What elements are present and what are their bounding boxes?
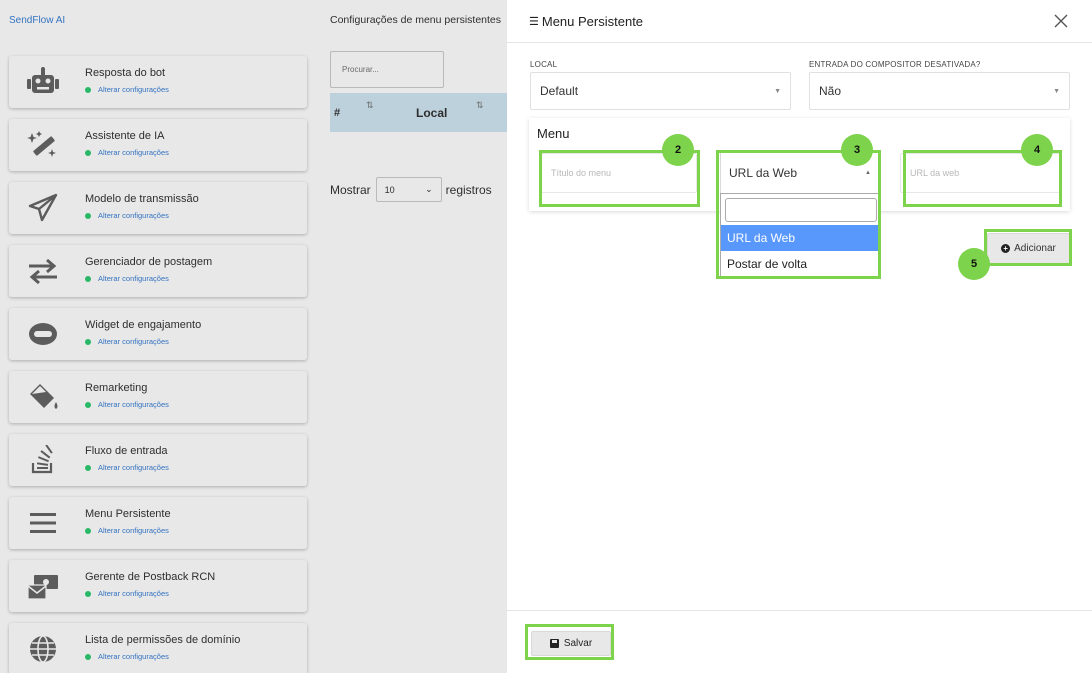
caret-up-icon: ▲ [865,170,871,176]
step-badge-3: 3 [841,134,873,166]
local-select[interactable]: Default ▼ [530,72,791,110]
caret-down-icon: ▼ [1053,87,1060,95]
menu-type-dropdown: URL da Web Postar de volta [720,193,880,278]
caret-down-icon: ▼ [774,87,781,95]
page: SendFlow AI Resposta do bot Alterar conf… [0,0,1092,673]
dropdown-search-input[interactable] [725,198,877,222]
step-badge-2: 2 [662,134,694,166]
menu-label: Menu [537,126,570,141]
local-select-value: Default [540,84,579,98]
add-button-label: Adicionar [1014,243,1056,254]
local-label: LOCAL [530,60,558,69]
persistent-menu-modal: ☰ Menu Persistente LOCAL Default ▼ ENTRA… [507,0,1092,673]
option-postback[interactable]: Postar de volta [721,251,879,277]
floppy-disk-icon [549,639,559,648]
modal-backdrop[interactable] [0,0,507,673]
modal-title-text: Menu Persistente [541,14,644,29]
save-button[interactable]: Salvar [531,631,611,656]
composer-disabled-value: Não [819,84,842,98]
save-button-label: Salvar [563,638,593,649]
step-badge-4: 4 [1021,134,1053,166]
close-icon[interactable] [1052,12,1070,30]
option-web-url[interactable]: URL da Web [721,225,879,251]
composer-disabled-select[interactable]: Não ▼ [809,72,1070,110]
modal-header: ☰ Menu Persistente [507,0,1092,43]
plus-circle-icon: + [1001,244,1011,253]
modal-title: ☰ Menu Persistente [529,14,643,29]
composer-disabled-label: ENTRADA DO COMPOSITOR DESATIVADA? [809,60,981,69]
step-badge-5: 5 [958,248,990,280]
menu-type-value: URL da Web [729,166,798,180]
add-menu-item-button[interactable]: + Adicionar [987,233,1070,264]
list-icon: ☰ [529,16,539,28]
